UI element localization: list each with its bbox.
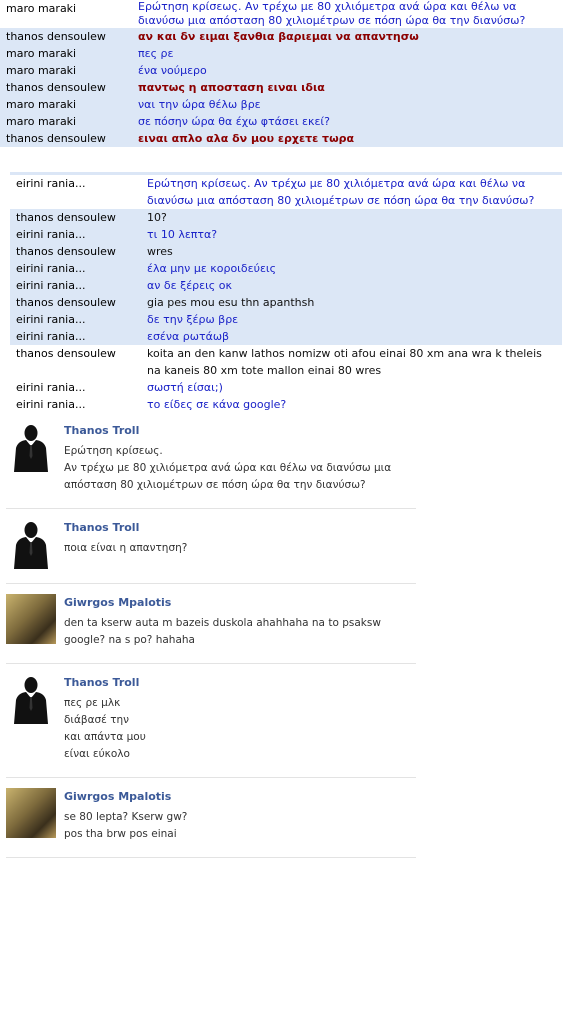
chat-sender[interactable]: thanos densoulew: [10, 243, 147, 260]
chat-sender[interactable]: thanos densoulew: [10, 345, 147, 379]
chat-row: eirini rania... σωστή είσαι;): [10, 379, 562, 396]
comment-author[interactable]: Thanos Troll: [64, 424, 416, 437]
comment-line: διάβασέ την: [64, 714, 130, 726]
chat-row: eirini rania... δε την ξέρω βρε: [10, 311, 562, 328]
avatar[interactable]: [6, 674, 56, 724]
comment-line: pos tha brw pos einai: [64, 828, 177, 840]
chat-row: eirini rania... εσένα ρωτάωβ: [10, 328, 562, 345]
chat-log-1: maro maraki Ερώτηση κρίσεως. Αν τρέχω με …: [0, 0, 563, 147]
chat-sender[interactable]: maro maraki: [0, 62, 138, 79]
chat-message: αν δε ξέρεις οκ: [147, 279, 232, 292]
comment-line: Αν τρέχω με 80 χιλιόμετρα ανά ώρα και θέ…: [64, 462, 392, 491]
comment-author[interactable]: Thanos Troll: [64, 676, 416, 689]
comment: Giwrgos Mpalotis se 80 lepta? Kserw gw? po…: [6, 778, 416, 858]
chat-row: thanos densoulew αν και δν ειμαι ξανθια β…: [0, 28, 563, 45]
chat-message: έλα μην με κοροιδεύεις: [147, 262, 277, 275]
chat-message: δε την ξέρω βρε: [147, 313, 239, 326]
chat-row: thanos densoulew ειναι απλο αλα δν μου ερ…: [0, 130, 563, 147]
chat-sender[interactable]: eirini rania...: [10, 260, 147, 277]
comment-text: se 80 lepta? Kserw gw? pos tha brw pos ei…: [64, 809, 416, 843]
comment-text: ποια είναι η απαντηση?: [64, 540, 416, 557]
comment-feed: Thanos Troll Ερώτηση κρίσεως. Αν τρέχω με …: [6, 412, 416, 858]
chat-sender[interactable]: thanos densoulew: [0, 130, 138, 147]
avatar[interactable]: [6, 422, 56, 472]
avatar[interactable]: [6, 788, 56, 838]
chat-message: wres: [147, 245, 173, 258]
comment: Giwrgos Mpalotis den ta kserw auta m baze…: [6, 584, 416, 664]
chat-sender[interactable]: thanos densoulew: [0, 79, 138, 96]
comment-author[interactable]: Thanos Troll: [64, 521, 416, 534]
avatar[interactable]: [6, 594, 56, 644]
chat-message: Ερώτηση κρίσεως. Αν τρέχω με 80 χιλιόμετ…: [147, 177, 535, 207]
comment-text: πες ρε μλκ διάβασέ την και απάντα μου είναι…: [64, 695, 416, 763]
chat-sender[interactable]: maro maraki: [0, 0, 138, 28]
chat-message: πες ρε: [138, 47, 174, 60]
chat-message: σε πόσην ώρα θα έχω φτάσει εκεί?: [138, 115, 330, 128]
comment-line: Ερώτηση κρίσεως.: [64, 445, 163, 457]
chat-message: σωστή είσαι;): [147, 381, 223, 394]
comment: Thanos Troll Ερώτηση κρίσεως. Αν τρέχω με …: [6, 412, 416, 509]
chat-message: 10?: [147, 211, 167, 224]
chat-row: thanos densoulew gia pes mou esu thn apan…: [10, 294, 562, 311]
chat-row: maro maraki Ερώτηση κρίσεως. Αν τρέχω με …: [0, 0, 563, 28]
chat-sender[interactable]: eirini rania...: [10, 311, 147, 328]
comment-line: se 80 lepta? Kserw gw?: [64, 811, 188, 823]
chat-row: maro maraki σε πόσην ώρα θα έχω φτάσει εκ…: [0, 113, 563, 130]
chat-sender[interactable]: eirini rania...: [10, 328, 147, 345]
chat-message: ειναι απλο αλα δν μου ερχετε τωρα: [138, 132, 355, 145]
chat-message: το είδες σε κάνα google?: [147, 398, 287, 411]
chat-row: maro maraki πες ρε: [0, 45, 563, 62]
chat-sender[interactable]: maro maraki: [0, 45, 138, 62]
chat-sender[interactable]: eirini rania...: [10, 175, 147, 209]
comment-line: ποια είναι η απαντηση?: [64, 542, 188, 554]
avatar[interactable]: [6, 519, 56, 569]
chat-row: thanos densoulew wres: [10, 243, 562, 260]
chat-row: maro maraki ένα νούμερο: [0, 62, 563, 79]
chat-row: eirini rania... Ερώτηση κρίσεως. Αν τρέχω…: [10, 175, 562, 209]
chat-message: ναι την ώρα θέλω βρε: [138, 98, 261, 111]
chat-message: gia pes mou esu thn apanthsh: [147, 296, 315, 309]
chat-log-2: eirini rania... Ερώτηση κρίσεως. Αν τρέχω…: [10, 172, 562, 413]
chat-sender[interactable]: maro maraki: [0, 113, 138, 130]
chat-sender[interactable]: thanos densoulew: [10, 209, 147, 226]
chat-message: αν και δν ειμαι ξανθια βαριεμαι να απαντ…: [138, 30, 419, 43]
comment-author[interactable]: Giwrgos Mpalotis: [64, 790, 416, 803]
chat-row: thanos densoulew koita an den kanw lathos…: [10, 345, 562, 379]
comment-line: den ta kserw auta m bazeis duskola ahahh…: [64, 617, 381, 646]
chat-row: thanos densoulew παντως η αποσταση ειναι …: [0, 79, 563, 96]
comment-text: Ερώτηση κρίσεως. Αν τρέχω με 80 χιλιόμετρ…: [64, 443, 416, 494]
chat-message: koita an den kanw lathos nomizw oti afou…: [147, 347, 542, 377]
chat-sender[interactable]: eirini rania...: [10, 277, 147, 294]
comment-line: είναι εύκολο: [64, 748, 130, 760]
comment: Thanos Troll ποια είναι η απαντηση?: [6, 509, 416, 584]
chat-message: ένα νούμερο: [138, 64, 207, 77]
comment-line: πες ρε μλκ: [64, 697, 121, 709]
chat-sender[interactable]: eirini rania...: [10, 226, 147, 243]
comment-text: den ta kserw auta m bazeis duskola ahahh…: [64, 615, 416, 649]
chat-sender[interactable]: eirini rania...: [10, 396, 147, 413]
chat-row: eirini rania... τι 10 λεπτα?: [10, 226, 562, 243]
chat-row: thanos densoulew 10?: [10, 209, 562, 226]
chat-sender[interactable]: thanos densoulew: [0, 28, 138, 45]
chat-row: eirini rania... έλα μην με κοροιδεύεις: [10, 260, 562, 277]
comment-author[interactable]: Giwrgos Mpalotis: [64, 596, 416, 609]
chat-sender[interactable]: thanos densoulew: [10, 294, 147, 311]
chat-message: παντως η αποσταση ειναι ιδια: [138, 81, 325, 94]
chat-row: eirini rania... αν δε ξέρεις οκ: [10, 277, 562, 294]
chat-message: εσένα ρωτάωβ: [147, 330, 230, 343]
chat-sender[interactable]: maro maraki: [0, 96, 138, 113]
comment-line: και απάντα μου: [64, 731, 146, 743]
chat-row: maro maraki ναι την ώρα θέλω βρε: [0, 96, 563, 113]
chat-message: Ερώτηση κρίσεως. Αν τρέχω με 80 χιλιόμετ…: [138, 0, 526, 27]
comment: Thanos Troll πες ρε μλκ διάβασέ την και απά…: [6, 664, 416, 778]
chat-sender[interactable]: eirini rania...: [10, 379, 147, 396]
chat-row: eirini rania... το είδες σε κάνα google?: [10, 396, 562, 413]
chat-message: τι 10 λεπτα?: [147, 228, 218, 241]
